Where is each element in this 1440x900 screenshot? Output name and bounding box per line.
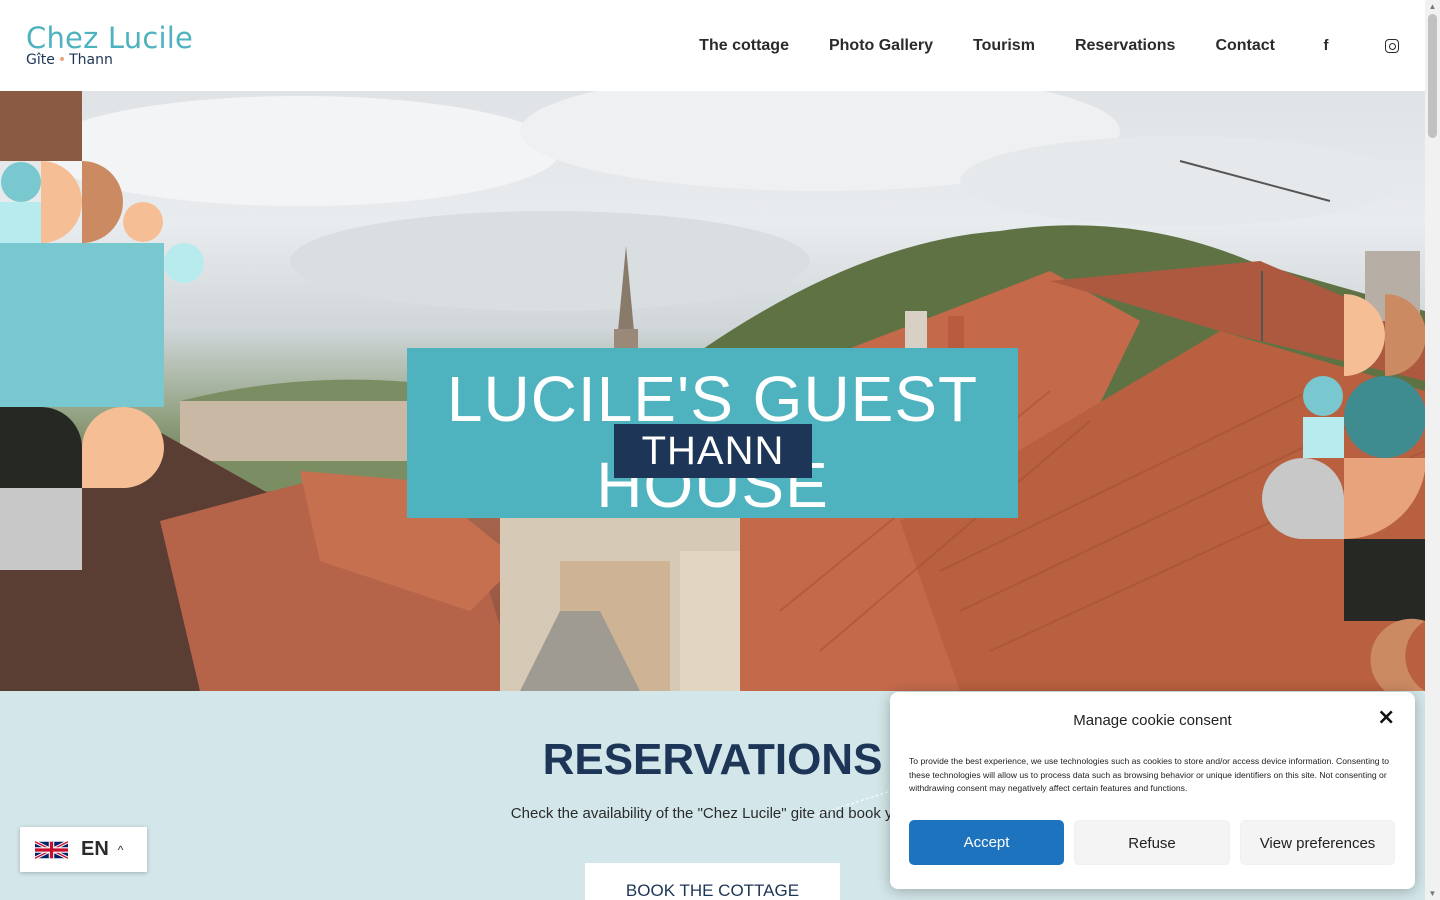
- nav-photo-gallery[interactable]: Photo Gallery: [829, 37, 933, 55]
- nav-the-cottage[interactable]: The cottage: [699, 37, 789, 55]
- accept-button[interactable]: Accept: [909, 820, 1064, 865]
- main-nav: The cottage Photo Gallery Tourism Reserv…: [699, 0, 1425, 91]
- logo-sub-right: Thann: [69, 52, 113, 68]
- facebook-icon[interactable]: f: [1315, 37, 1337, 54]
- nav-contact[interactable]: Contact: [1215, 37, 1275, 55]
- logo-sub-left: Gîte: [26, 52, 55, 68]
- scroll-up-arrow-icon[interactable]: ▲: [1428, 2, 1437, 11]
- cookie-description: To provide the best experience, we use t…: [909, 756, 1390, 793]
- hero-title-box: LUCILE'S GUEST HOUSE THANN: [407, 348, 1018, 521]
- nav-tourism[interactable]: Tourism: [973, 37, 1035, 55]
- instagram-icon[interactable]: [1381, 37, 1403, 54]
- close-icon[interactable]: ×: [1377, 707, 1395, 729]
- view-preferences-button[interactable]: View preferences: [1240, 820, 1395, 865]
- uk-flag-icon: [35, 839, 68, 860]
- scroll-down-arrow-icon[interactable]: ▼: [1428, 889, 1437, 898]
- chevron-up-icon: ^: [117, 842, 124, 857]
- logo-title: Chez Lucile: [26, 21, 194, 55]
- refuse-button[interactable]: Refuse: [1074, 820, 1230, 865]
- cookie-consent-dialog: Manage cookie consent × To provide the b…: [890, 692, 1415, 889]
- language-code: EN: [81, 838, 109, 860]
- book-cottage-button[interactable]: BOOK THE COTTAGE: [585, 863, 840, 900]
- site-logo[interactable]: Chez Lucile Gîte • Thann: [26, 22, 193, 68]
- nav-reservations[interactable]: Reservations: [1075, 37, 1176, 55]
- logo-dot-separator: •: [57, 52, 67, 68]
- site-header: Chez Lucile Gîte • Thann The cottage Photo…: [0, 0, 1425, 91]
- scrollbar-thumb[interactable]: [1428, 14, 1437, 138]
- hero-location-badge: THANN: [614, 424, 812, 478]
- hero-banner: LUCILE'S GUEST HOUSE THANN: [0, 91, 1425, 691]
- language-switcher[interactable]: EN ^: [20, 827, 147, 872]
- page-scrollbar[interactable]: ▲ ▼: [1425, 0, 1440, 900]
- cookie-title: Manage cookie consent: [1073, 712, 1232, 729]
